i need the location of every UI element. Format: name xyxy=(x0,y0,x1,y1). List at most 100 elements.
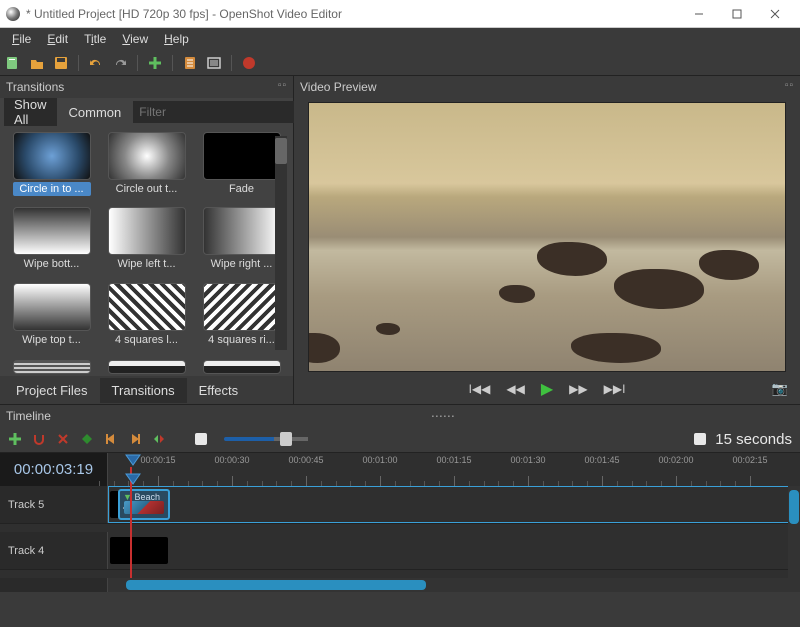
jump-start-button[interactable]: I◀◀ xyxy=(469,382,491,396)
transition-label: 4 squares l... xyxy=(108,333,186,347)
transition-item[interactable]: 4 squares l... xyxy=(101,283,192,354)
transition-item[interactable]: Fade xyxy=(196,132,287,203)
transition-item[interactable]: Wipe right ... xyxy=(196,207,287,278)
transitions-grid: Circle in to ... Circle out t... Fade Wipe … xyxy=(0,126,293,360)
transition-label: Wipe left t... xyxy=(108,257,186,271)
transition-thumbnail xyxy=(203,283,281,331)
track-4-body[interactable] xyxy=(108,532,800,569)
current-time-display[interactable]: 00:00:03:19 xyxy=(0,453,108,486)
transition-thumbnail xyxy=(108,132,186,180)
common-tab[interactable]: Common xyxy=(59,101,132,124)
transition-thumbnail xyxy=(108,283,186,331)
panel-drag-icon[interactable]: ⋯⋯ xyxy=(431,409,455,423)
timeline-clip[interactable]: ▼ Beach 4 xyxy=(118,489,170,520)
transition-thumbnail xyxy=(108,207,186,255)
new-project-button[interactable] xyxy=(4,54,22,72)
transitions-panel-header: Transitions ▫▫ xyxy=(0,76,293,98)
playhead[interactable] xyxy=(130,486,132,578)
forward-button[interactable]: ▶▶ xyxy=(569,382,587,396)
panel-dock-icon[interactable]: ▫▫ xyxy=(785,80,794,91)
tab-transitions[interactable]: Transitions xyxy=(100,378,187,403)
transition-label: Circle in to ... xyxy=(13,182,91,196)
snapshot-icon[interactable]: 📷 xyxy=(772,381,788,397)
ruler-tick-label: 00:01:15 xyxy=(436,455,471,465)
track-label[interactable]: Track 4 xyxy=(0,532,108,569)
transition-label: Wipe top t... xyxy=(13,333,91,347)
transition-label: 4 squares ri... xyxy=(203,333,281,347)
transition-item[interactable] xyxy=(6,360,97,374)
track-label[interactable]: Track 5 xyxy=(0,486,108,523)
menu-help[interactable]: Help xyxy=(156,30,197,48)
timeline-vscrollbar[interactable] xyxy=(788,486,800,578)
tab-effects[interactable]: Effects xyxy=(187,378,251,403)
panel-dock-icon[interactable]: ▫▫ xyxy=(278,80,287,91)
profile-button[interactable] xyxy=(181,54,199,72)
transition-label: Wipe bott... xyxy=(13,257,91,271)
ruler-tick-label: 00:02:15 xyxy=(732,455,767,465)
main-toolbar xyxy=(0,50,800,76)
fullscreen-button[interactable] xyxy=(205,54,223,72)
timeline-ruler[interactable]: 00:00:1500:00:3000:00:4500:01:0000:01:15… xyxy=(108,453,800,486)
transition-thumbnail xyxy=(13,283,91,331)
import-files-button[interactable] xyxy=(146,54,164,72)
zoom-slider-handle[interactable] xyxy=(280,432,292,446)
transition-item[interactable]: Wipe bott... xyxy=(6,207,97,278)
rewind-button[interactable]: ◀◀ xyxy=(506,382,524,396)
add-track-button[interactable] xyxy=(8,432,22,446)
app-logo-icon xyxy=(6,7,20,21)
window-title: * Untitled Project [HD 720p 30 fps] - Op… xyxy=(26,7,680,21)
transitions-scrollbar[interactable] xyxy=(275,136,287,350)
marker-button[interactable] xyxy=(80,432,94,446)
zoom-seconds-label: 15 seconds xyxy=(715,431,792,448)
transition-item[interactable]: Wipe top t... xyxy=(6,283,97,354)
timeline-panel-header: Timeline ⋯⋯ xyxy=(0,404,800,426)
timeline-hscrollbar[interactable] xyxy=(0,578,800,592)
transition-item[interactable]: Circle out t... xyxy=(101,132,192,203)
undo-button[interactable] xyxy=(87,54,105,72)
transition-item[interactable]: Wipe left t... xyxy=(101,207,192,278)
window-minimize-button[interactable] xyxy=(680,2,718,26)
tab-project-files[interactable]: Project Files xyxy=(4,378,100,403)
zoom-reset-button[interactable] xyxy=(194,432,208,446)
transition-item[interactable] xyxy=(196,360,287,374)
ruler-tick-label: 00:01:45 xyxy=(584,455,619,465)
transition-thumbnail xyxy=(203,132,281,180)
save-project-button[interactable] xyxy=(52,54,70,72)
track-row-5: Track 5 ▼ Beach 4 xyxy=(0,486,800,524)
video-preview-canvas[interactable] xyxy=(308,102,786,372)
menu-file[interactable]: File xyxy=(4,30,39,48)
open-project-button[interactable] xyxy=(28,54,46,72)
menu-view[interactable]: View xyxy=(114,30,156,48)
preview-controls: I◀◀ ◀◀ ▶ ▶▶ ▶▶I 📷 xyxy=(294,374,800,404)
redo-button[interactable] xyxy=(111,54,129,72)
ruler-tick-label: 00:01:00 xyxy=(362,455,397,465)
transition-label: Fade xyxy=(203,182,281,196)
transition-item[interactable] xyxy=(101,360,192,374)
ruler-tick-label: 00:00:15 xyxy=(140,455,175,465)
zoom-slider[interactable] xyxy=(224,437,304,441)
window-close-button[interactable] xyxy=(756,2,794,26)
menu-bar: File Edit Title View Help xyxy=(0,28,800,50)
window-maximize-button[interactable] xyxy=(718,2,756,26)
export-button[interactable] xyxy=(240,54,258,72)
filter-input[interactable] xyxy=(133,101,300,123)
menu-edit[interactable]: Edit xyxy=(39,30,76,48)
play-button[interactable]: ▶ xyxy=(541,379,553,399)
razor-button[interactable] xyxy=(56,432,70,446)
track-row-4: Track 4 xyxy=(0,532,800,570)
preview-panel-header: Video Preview ▫▫ xyxy=(294,76,800,98)
prev-marker-button[interactable] xyxy=(104,432,118,446)
track-5-body[interactable]: ▼ Beach 4 xyxy=(108,486,800,523)
transition-thumbnail xyxy=(13,207,91,255)
snap-button[interactable] xyxy=(32,432,46,446)
transition-thumbnail xyxy=(203,207,281,255)
playhead-handle-icon[interactable] xyxy=(124,472,142,486)
next-marker-button[interactable] xyxy=(128,432,142,446)
center-playhead-button[interactable] xyxy=(152,432,166,446)
transition-item[interactable]: 4 squares ri... xyxy=(196,283,287,354)
transition-item[interactable]: Circle in to ... xyxy=(6,132,97,203)
menu-title[interactable]: Title xyxy=(76,30,114,48)
jump-end-button[interactable]: ▶▶I xyxy=(604,382,626,396)
track-thumbnail xyxy=(110,537,168,564)
ruler-tick-label: 00:02:00 xyxy=(658,455,693,465)
